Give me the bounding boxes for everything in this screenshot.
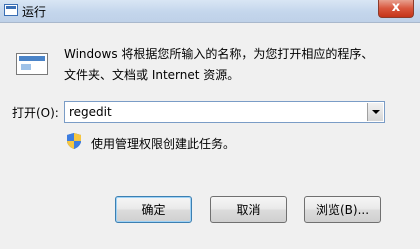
admin-privilege-note: 使用管理权限创建此任务。 [91, 137, 236, 151]
title-bar[interactable]: 运行 x [0, 0, 420, 23]
close-button[interactable]: x [378, 0, 414, 18]
open-label: 打开(O): [12, 106, 59, 120]
open-input[interactable] [67, 103, 369, 121]
description-line-2: 文件夹、文档或 Internet 资源。 [64, 68, 240, 82]
description-line-1: Windows 将根据您所输入的名称，为您打开相应的程序、 [64, 47, 374, 61]
chevron-down-icon[interactable] [367, 103, 383, 121]
dialog-description: Windows 将根据您所输入的名称，为您打开相应的程序、 文件夹、文档或 In… [64, 44, 404, 86]
program-window-icon [16, 53, 48, 75]
run-icon [4, 4, 18, 16]
ok-button[interactable]: 确定 [115, 196, 192, 223]
open-combobox[interactable] [64, 101, 385, 123]
window-title: 运行 [22, 5, 47, 19]
browse-button[interactable]: 浏览(B)... [304, 196, 381, 223]
run-dialog: 运行 x Windows 将根据您所输入的名称，为您打开相应的程序、 文件夹、文… [0, 0, 420, 249]
uac-shield-icon [67, 133, 81, 149]
cancel-button[interactable]: 取消 [210, 196, 287, 223]
